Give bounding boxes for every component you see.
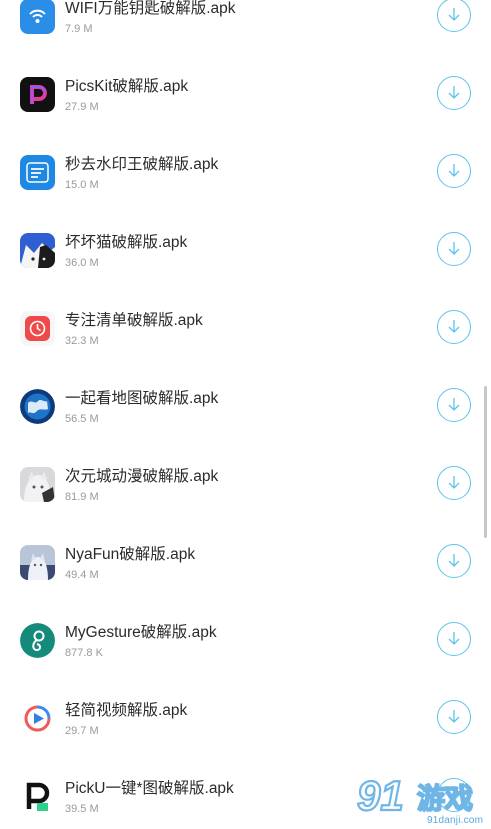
download-button[interactable]	[437, 388, 471, 422]
download-arrow-icon	[448, 320, 460, 333]
app-name: 专注清单破解版.apk	[65, 312, 203, 329]
picku-icon	[20, 779, 55, 814]
app-size: 49.4 M	[65, 569, 99, 581]
app-list: WIFI万能钥匙破解版.apk 7.9 M PicsKit破解版.apk 27.…	[0, 0, 491, 829]
app-name: 秒去水印王破解版.apk	[65, 156, 219, 173]
download-button[interactable]	[437, 310, 471, 344]
app-size: 15.0 M	[65, 179, 99, 191]
app-size: 29.7 M	[65, 725, 99, 737]
app-size: 81.9 M	[65, 491, 99, 503]
download-arrow-icon	[448, 554, 460, 567]
download-button[interactable]	[437, 544, 471, 578]
download-button[interactable]	[437, 622, 471, 656]
download-button[interactable]	[437, 0, 471, 32]
list-item[interactable]: 一起看地图破解版.apk 56.5 M	[0, 369, 491, 447]
picskit-icon	[20, 77, 55, 112]
download-arrow-icon	[448, 398, 460, 411]
app-size: 36.0 M	[65, 257, 99, 269]
download-arrow-icon	[448, 86, 460, 99]
app-name: PicsKit破解版.apk	[65, 78, 189, 95]
list-item[interactable]: 秒去水印王破解版.apk 15.0 M	[0, 135, 491, 213]
gesture-icon	[20, 623, 55, 658]
download-list-page: WIFI万能钥匙破解版.apk 7.9 M PicsKit破解版.apk 27.…	[0, 0, 491, 829]
watermark-remover-icon	[20, 155, 55, 190]
download-button[interactable]	[437, 76, 471, 110]
download-arrow-icon	[448, 164, 460, 177]
download-button[interactable]	[437, 154, 471, 188]
app-size: 32.3 M	[65, 335, 99, 347]
cat-icon	[20, 233, 55, 268]
app-name: 坏坏猫破解版.apk	[65, 234, 188, 251]
app-name: 一起看地图破解版.apk	[65, 390, 219, 407]
focus-list-icon	[20, 311, 55, 346]
app-size: 27.9 M	[65, 101, 99, 113]
app-size: 39.5 M	[65, 803, 99, 815]
list-item[interactable]: MyGesture破解版.apk 877.8 K	[0, 603, 491, 681]
svg-text:91: 91	[357, 772, 404, 819]
app-name: PickU一键*图破解版.apk	[65, 780, 234, 797]
watermark-domain: 91danji.com	[427, 815, 484, 826]
list-item[interactable]: 轻简视频解版.apk 29.7 M	[0, 681, 491, 759]
list-item[interactable]: WIFI万能钥匙破解版.apk 7.9 M	[0, 0, 491, 57]
svg-text:游戏: 游戏	[417, 782, 473, 815]
wifi-icon	[20, 0, 55, 34]
scrollbar[interactable]	[484, 386, 487, 538]
app-name: 次元城动漫破解版.apk	[65, 468, 219, 485]
list-item[interactable]: 专注清单破解版.apk 32.3 M	[0, 291, 491, 369]
app-name: MyGesture破解版.apk	[65, 624, 217, 641]
nyafun-icon	[20, 545, 55, 580]
download-arrow-icon	[448, 710, 460, 723]
anime-icon	[20, 467, 55, 502]
site-watermark: 91 游戏 91danji.com	[355, 770, 491, 829]
download-arrow-icon	[448, 8, 460, 21]
app-size: 56.5 M	[65, 413, 99, 425]
list-item[interactable]: NyaFun破解版.apk 49.4 M	[0, 525, 491, 603]
download-arrow-icon	[448, 632, 460, 645]
download-button[interactable]	[437, 466, 471, 500]
app-size: 7.9 M	[65, 23, 93, 35]
download-button[interactable]	[437, 700, 471, 734]
download-arrow-icon	[448, 476, 460, 489]
app-size: 877.8 K	[65, 647, 103, 659]
list-item[interactable]: 坏坏猫破解版.apk 36.0 M	[0, 213, 491, 291]
video-player-icon	[20, 701, 55, 736]
app-name: NyaFun破解版.apk	[65, 546, 196, 563]
list-item[interactable]: 次元城动漫破解版.apk 81.9 M	[0, 447, 491, 525]
app-name: WIFI万能钥匙破解版.apk	[65, 0, 236, 17]
download-button[interactable]	[437, 232, 471, 266]
list-item[interactable]: PicsKit破解版.apk 27.9 M	[0, 57, 491, 135]
globe-icon	[20, 389, 55, 424]
app-name: 轻简视频解版.apk	[65, 702, 188, 719]
download-arrow-icon	[448, 242, 460, 255]
